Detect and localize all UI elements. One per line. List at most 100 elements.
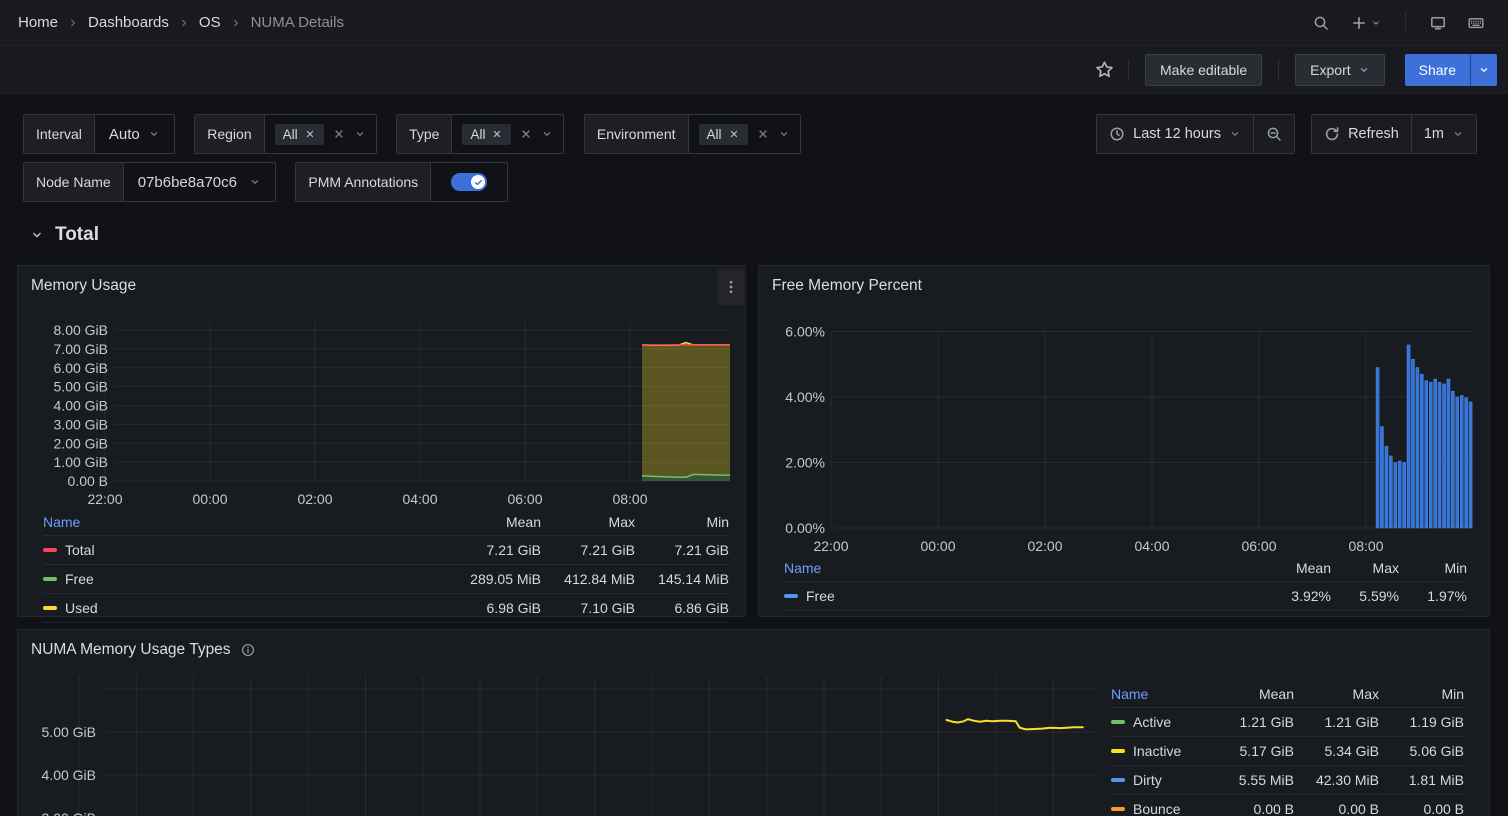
zoom-out-button[interactable] — [1253, 115, 1294, 153]
legend-row-bounce[interactable]: Bounce0.00 B0.00 B0.00 B — [1111, 795, 1464, 816]
legend-value: 5.17 GiB — [1209, 743, 1294, 759]
legend-sort-name[interactable]: Name — [1111, 686, 1209, 702]
svg-text:8.00 GiB: 8.00 GiB — [54, 322, 108, 338]
time-range-button[interactable]: Last 12 hours — [1097, 115, 1253, 153]
filter-pmm-annotations: PMM Annotations — [295, 162, 508, 202]
chevron-right-icon — [230, 17, 242, 29]
environment-selected-chip[interactable]: All — [699, 124, 748, 145]
legend-row-free[interactable]: Free289.05 MiB412.84 MiB145.14 MiB — [43, 565, 729, 594]
breadcrumb-current-page: NUMA Details — [251, 14, 344, 31]
svg-text:6.00%: 6.00% — [785, 324, 825, 340]
kiosk-mode-button[interactable] — [1424, 9, 1452, 37]
series-swatch — [1111, 720, 1125, 724]
legend-value: 5.59% — [1331, 588, 1399, 604]
interval-value[interactable]: Auto — [109, 126, 140, 143]
close-icon[interactable] — [728, 128, 740, 140]
search-button[interactable] — [1307, 9, 1335, 37]
export-button[interactable]: Export — [1295, 54, 1384, 86]
legend-row-dirty[interactable]: Dirty5.55 MiB42.30 MiB1.81 MiB — [1111, 766, 1464, 795]
clear-icon[interactable] — [332, 127, 346, 141]
pmm-annotations-toggle[interactable] — [451, 173, 487, 191]
svg-text:2.00%: 2.00% — [785, 455, 825, 471]
share-button[interactable]: Share — [1405, 54, 1470, 86]
legend-sort-mean[interactable]: Mean — [1263, 560, 1331, 576]
breadcrumb-dashboards[interactable]: Dashboards — [88, 14, 169, 31]
close-icon[interactable] — [491, 128, 503, 140]
close-icon[interactable] — [304, 128, 316, 140]
legend-row-free[interactable]: Free3.92%5.59%1.97% — [784, 582, 1467, 611]
legend-value: 1.19 GiB — [1379, 714, 1464, 730]
export-label: Export — [1310, 62, 1350, 78]
legend-sort-min[interactable]: Min — [1379, 686, 1464, 702]
svg-text:22:00: 22:00 — [87, 491, 122, 507]
svg-text:08:00: 08:00 — [1348, 538, 1383, 554]
breadcrumb: Home Dashboards OS NUMA Details — [18, 14, 344, 31]
node-name-dropdown[interactable]: 07b6be8a70c6 — [124, 163, 275, 201]
chevron-down-icon[interactable] — [541, 128, 553, 140]
time-range-label: Last 12 hours — [1133, 126, 1221, 142]
chevron-down-icon[interactable] — [354, 128, 366, 140]
memory-usage-chart[interactable]: 22:0000:0002:0004:0006:0008:008.00 GiB7.… — [18, 266, 747, 508]
type-dropdown[interactable]: All — [452, 115, 563, 153]
svg-text:02:00: 02:00 — [1027, 538, 1062, 554]
svg-text:00:00: 00:00 — [192, 491, 227, 507]
legend-sort-min[interactable]: Min — [1399, 560, 1467, 576]
refresh-button[interactable]: Refresh — [1312, 115, 1411, 153]
legend-row-total[interactable]: Total7.21 GiB7.21 GiB7.21 GiB — [43, 536, 729, 565]
legend-sort-name[interactable]: Name — [784, 560, 1263, 576]
svg-text:4.00 GiB: 4.00 GiB — [54, 398, 108, 414]
environment-dropdown[interactable]: All — [689, 115, 800, 153]
legend-value: 145.14 MiB — [635, 571, 729, 587]
dashboard-toolbar: Make editable Export Share — [0, 46, 1508, 94]
legend-sort-max[interactable]: Max — [541, 514, 635, 530]
keyboard-shortcuts-button[interactable] — [1462, 9, 1490, 37]
legend-sort-max[interactable]: Max — [1331, 560, 1399, 576]
interval-dropdown[interactable]: Auto — [95, 115, 174, 153]
filter-environment: Environment All — [584, 114, 801, 154]
star-dashboard-button[interactable] — [1089, 54, 1120, 85]
refresh-interval-value: 1m — [1424, 126, 1444, 142]
refresh-interval-button[interactable]: 1m — [1411, 115, 1476, 153]
legend-value: 1.81 MiB — [1379, 772, 1464, 788]
legend-value: 412.84 MiB — [541, 571, 635, 587]
node-name-value[interactable]: 07b6be8a70c6 — [138, 174, 237, 191]
chevron-down-icon[interactable] — [249, 176, 261, 188]
clear-icon[interactable] — [519, 127, 533, 141]
add-new-button[interactable] — [1345, 9, 1387, 37]
legend-row-inactive[interactable]: Inactive5.17 GiB5.34 GiB5.06 GiB — [1111, 737, 1464, 766]
free-memory-percent-chart[interactable]: 22:0000:0002:0004:0006:0008:006.00%4.00%… — [759, 266, 1491, 556]
region-selected-chip[interactable]: All — [275, 124, 324, 145]
make-editable-button[interactable]: Make editable — [1145, 54, 1262, 86]
monitor-icon — [1430, 15, 1446, 31]
legend-sort-min[interactable]: Min — [635, 514, 729, 530]
series-swatch — [43, 548, 57, 552]
legend-value: 0.00 B — [1209, 801, 1294, 816]
filter-node-name: Node Name 07b6be8a70c6 — [23, 162, 276, 202]
legend-sort-name[interactable]: Name — [43, 514, 447, 530]
legend-row-active[interactable]: Active1.21 GiB1.21 GiB1.19 GiB — [1111, 708, 1464, 737]
legend-value: 1.97% — [1399, 588, 1467, 604]
legend-value: 7.21 GiB — [447, 542, 541, 558]
legend-row-used[interactable]: Used6.98 GiB7.10 GiB6.86 GiB — [43, 594, 729, 623]
legend-header-row: NameMeanMaxMin — [1111, 680, 1464, 708]
panel-free-memory-percent: Free Memory Percent 22:0000:0002:0004:00… — [758, 265, 1490, 617]
star-icon — [1095, 60, 1114, 79]
chevron-down-icon[interactable] — [778, 128, 790, 140]
chip-label: All — [283, 127, 298, 142]
chevron-down-icon[interactable] — [148, 128, 160, 140]
section-row-total[interactable]: Total — [30, 224, 99, 246]
type-selected-chip[interactable]: All — [462, 124, 511, 145]
search-icon — [1313, 15, 1329, 31]
series-swatch — [43, 577, 57, 581]
panel-numa-memory-usage-types: NUMA Memory Usage Types 5.00 GiB4.00 GiB… — [17, 629, 1490, 816]
clear-icon[interactable] — [756, 127, 770, 141]
breadcrumb-home[interactable]: Home — [18, 14, 58, 31]
chevron-down-icon — [1452, 128, 1464, 140]
legend-sort-mean[interactable]: Mean — [1209, 686, 1294, 702]
legend-sort-max[interactable]: Max — [1294, 686, 1379, 702]
share-menu-button[interactable] — [1470, 54, 1497, 86]
legend-sort-mean[interactable]: Mean — [447, 514, 541, 530]
svg-text:4.00%: 4.00% — [785, 389, 825, 405]
breadcrumb-os[interactable]: OS — [199, 14, 221, 31]
region-dropdown[interactable]: All — [265, 115, 376, 153]
